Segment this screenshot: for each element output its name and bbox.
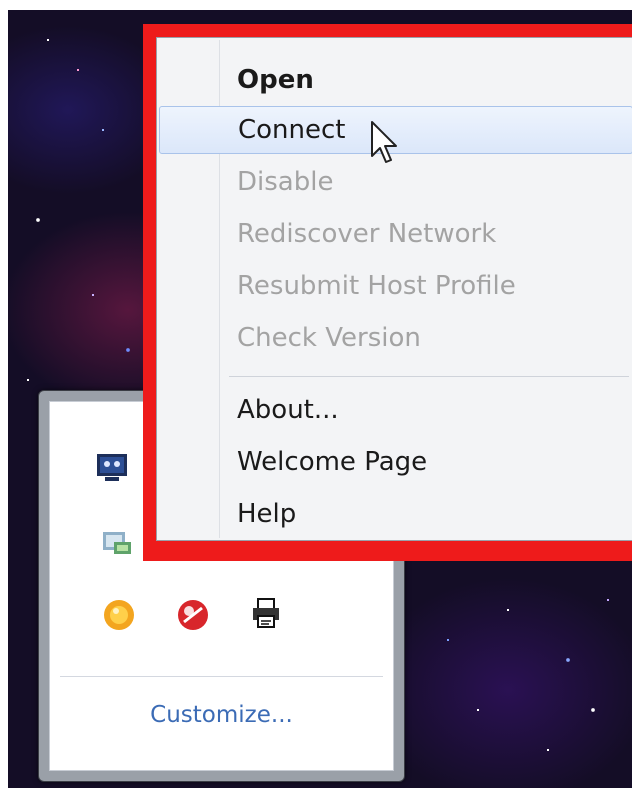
- desktop-background: Customize... Open Connect Disable Redisc…: [8, 10, 632, 788]
- customize-link[interactable]: Customize...: [50, 702, 393, 728]
- menu-separator: [229, 376, 629, 377]
- menu-item-about[interactable]: About...: [159, 386, 632, 434]
- printer-icon[interactable]: [250, 596, 284, 630]
- menu-item-help[interactable]: Help: [159, 490, 632, 538]
- mouse-cursor-icon: [371, 121, 397, 163]
- orange-status-icon[interactable]: [102, 598, 136, 632]
- network-monitor-icon[interactable]: [95, 450, 129, 484]
- highlight-frame-tab: [484, 540, 506, 552]
- menu-item-welcome-page[interactable]: Welcome Page: [159, 438, 632, 486]
- context-menu: Open Connect Disable Rediscover Network …: [156, 37, 632, 541]
- menu-item-open[interactable]: Open: [159, 56, 632, 104]
- network-adapter-icon[interactable]: [100, 524, 134, 558]
- menu-item-rediscover-network[interactable]: Rediscover Network: [159, 210, 632, 258]
- panel-divider: [60, 676, 383, 677]
- menu-item-resubmit-host-profile[interactable]: Resubmit Host Profile: [159, 262, 632, 310]
- menu-item-check-version[interactable]: Check Version: [159, 314, 632, 362]
- red-security-icon[interactable]: [176, 598, 210, 632]
